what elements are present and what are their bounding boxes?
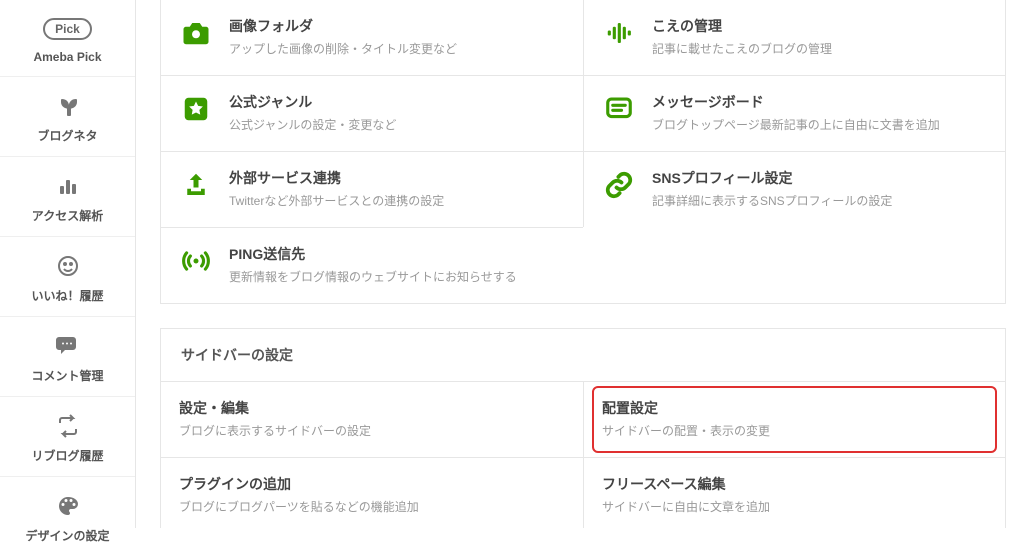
setting-title: 外部サービス連携 bbox=[229, 168, 444, 188]
section-heading: サイドバーの設定 bbox=[161, 329, 1005, 382]
voice-icon bbox=[602, 16, 636, 50]
setting-desc: ブログトップページ最新記事の上に自由に文書を追加 bbox=[652, 116, 940, 133]
sidebar-settings-section: サイドバーの設定 設定・編集 ブログに表示するサイドバーの設定 配置設定 サイド… bbox=[160, 328, 1006, 528]
sidebar-item-label: リブログ履歴 bbox=[4, 447, 131, 464]
setting-ping[interactable]: PING送信先 更新情報をブログ情報のウェブサイトにお知らせする bbox=[161, 227, 583, 303]
setting-title: SNSプロフィール設定 bbox=[652, 168, 892, 188]
sidebar-item-label: アクセス解析 bbox=[4, 207, 131, 224]
setting-desc: ブログに表示するサイドバーの設定 bbox=[179, 422, 371, 439]
setting-title: プラグインの追加 bbox=[179, 474, 419, 494]
sidebar-item-access-analytics[interactable]: アクセス解析 bbox=[0, 157, 135, 237]
sb-setting-freespace[interactable]: フリースペース編集 サイドバーに自由に文章を追加 bbox=[583, 457, 1005, 528]
setting-official-genre[interactable]: 公式ジャンル 公式ジャンルの設定・変更など bbox=[161, 75, 583, 151]
setting-title: こえの管理 bbox=[652, 16, 832, 36]
sidebar-item-design-settings[interactable]: デザインの設定 bbox=[0, 477, 135, 556]
setting-desc: 更新情報をブログ情報のウェブサイトにお知らせする bbox=[229, 268, 517, 285]
setting-image-folder[interactable]: 画像フォルダ アップした画像の削除・タイトル変更など bbox=[161, 0, 583, 75]
setting-desc: 記事詳細に表示するSNSプロフィールの設定 bbox=[652, 192, 892, 209]
setting-title: 画像フォルダ bbox=[229, 16, 457, 36]
sidebar-item-label: デザインの設定 bbox=[4, 527, 131, 544]
setting-title: PING送信先 bbox=[229, 244, 517, 264]
upload-icon bbox=[179, 168, 213, 202]
smile-icon bbox=[4, 251, 131, 281]
sidebar-item-label: Ameba Pick bbox=[4, 50, 131, 64]
recycle-icon bbox=[4, 411, 131, 441]
sidebar-item-label: ブログネタ bbox=[4, 127, 131, 144]
sb-setting-layout[interactable]: 配置設定 サイドバーの配置・表示の変更 bbox=[583, 382, 1005, 457]
sidebar: Pick Ameba Pick ブログネタ アクセス解析 いいね！履歴 コメント… bbox=[0, 0, 136, 528]
sprout-icon bbox=[4, 91, 131, 121]
star-icon bbox=[179, 92, 213, 126]
sidebar-item-reblog-history[interactable]: リブログ履歴 bbox=[0, 397, 135, 477]
settings-list: 画像フォルダ アップした画像の削除・タイトル変更など こえの管理 記事に載せたこ… bbox=[160, 0, 1006, 304]
sidebar-settings-grid: 設定・編集 ブログに表示するサイドバーの設定 配置設定 サイドバーの配置・表示の… bbox=[161, 382, 1005, 528]
setting-desc: Twitterなど外部サービスとの連携の設定 bbox=[229, 192, 444, 209]
bars-icon bbox=[4, 171, 131, 201]
setting-desc: ブログにブログパーツを貼るなどの機能追加 bbox=[179, 498, 419, 515]
pick-icon: Pick bbox=[4, 14, 131, 44]
camera-icon bbox=[179, 16, 213, 50]
setting-desc: サイドバーに自由に文章を追加 bbox=[602, 498, 770, 515]
sb-setting-plugins[interactable]: プラグインの追加 ブログにブログパーツを貼るなどの機能追加 bbox=[161, 457, 583, 528]
sidebar-item-label: コメント管理 bbox=[4, 367, 131, 384]
link-icon bbox=[602, 168, 636, 202]
ping-icon bbox=[179, 244, 213, 278]
setting-voice-manage[interactable]: こえの管理 記事に載せたこえのブログの管理 bbox=[583, 0, 1005, 75]
sidebar-item-like-history[interactable]: いいね！履歴 bbox=[0, 237, 135, 317]
main-content: 画像フォルダ アップした画像の削除・タイトル変更など こえの管理 記事に載せたこ… bbox=[136, 0, 1024, 528]
settings-grid: 画像フォルダ アップした画像の削除・タイトル変更など こえの管理 記事に載せたこ… bbox=[161, 0, 1005, 303]
setting-title: 配置設定 bbox=[602, 398, 770, 418]
comment-icon bbox=[4, 331, 131, 361]
setting-message-board[interactable]: メッセージボード ブログトップページ最新記事の上に自由に文書を追加 bbox=[583, 75, 1005, 151]
palette-icon bbox=[4, 491, 131, 521]
sidebar-item-label: いいね！履歴 bbox=[4, 287, 131, 304]
setting-desc: アップした画像の削除・タイトル変更など bbox=[229, 40, 457, 57]
setting-desc: 記事に載せたこえのブログの管理 bbox=[652, 40, 832, 57]
sidebar-item-comment-manage[interactable]: コメント管理 bbox=[0, 317, 135, 397]
sidebar-item-ameba-pick[interactable]: Pick Ameba Pick bbox=[0, 0, 135, 77]
setting-desc: 公式ジャンルの設定・変更など bbox=[229, 116, 396, 133]
setting-sns-profile[interactable]: SNSプロフィール設定 記事詳細に表示するSNSプロフィールの設定 bbox=[583, 151, 1005, 227]
setting-desc: サイドバーの配置・表示の変更 bbox=[602, 422, 770, 439]
sidebar-item-blog-neta[interactable]: ブログネタ bbox=[0, 77, 135, 157]
setting-title: メッセージボード bbox=[652, 92, 940, 112]
setting-title: 公式ジャンル bbox=[229, 92, 396, 112]
board-icon bbox=[602, 92, 636, 126]
setting-title: フリースペース編集 bbox=[602, 474, 770, 494]
setting-title: 設定・編集 bbox=[179, 398, 371, 418]
sb-setting-edit[interactable]: 設定・編集 ブログに表示するサイドバーの設定 bbox=[161, 382, 583, 457]
setting-external-service[interactable]: 外部サービス連携 Twitterなど外部サービスとの連携の設定 bbox=[161, 151, 583, 227]
